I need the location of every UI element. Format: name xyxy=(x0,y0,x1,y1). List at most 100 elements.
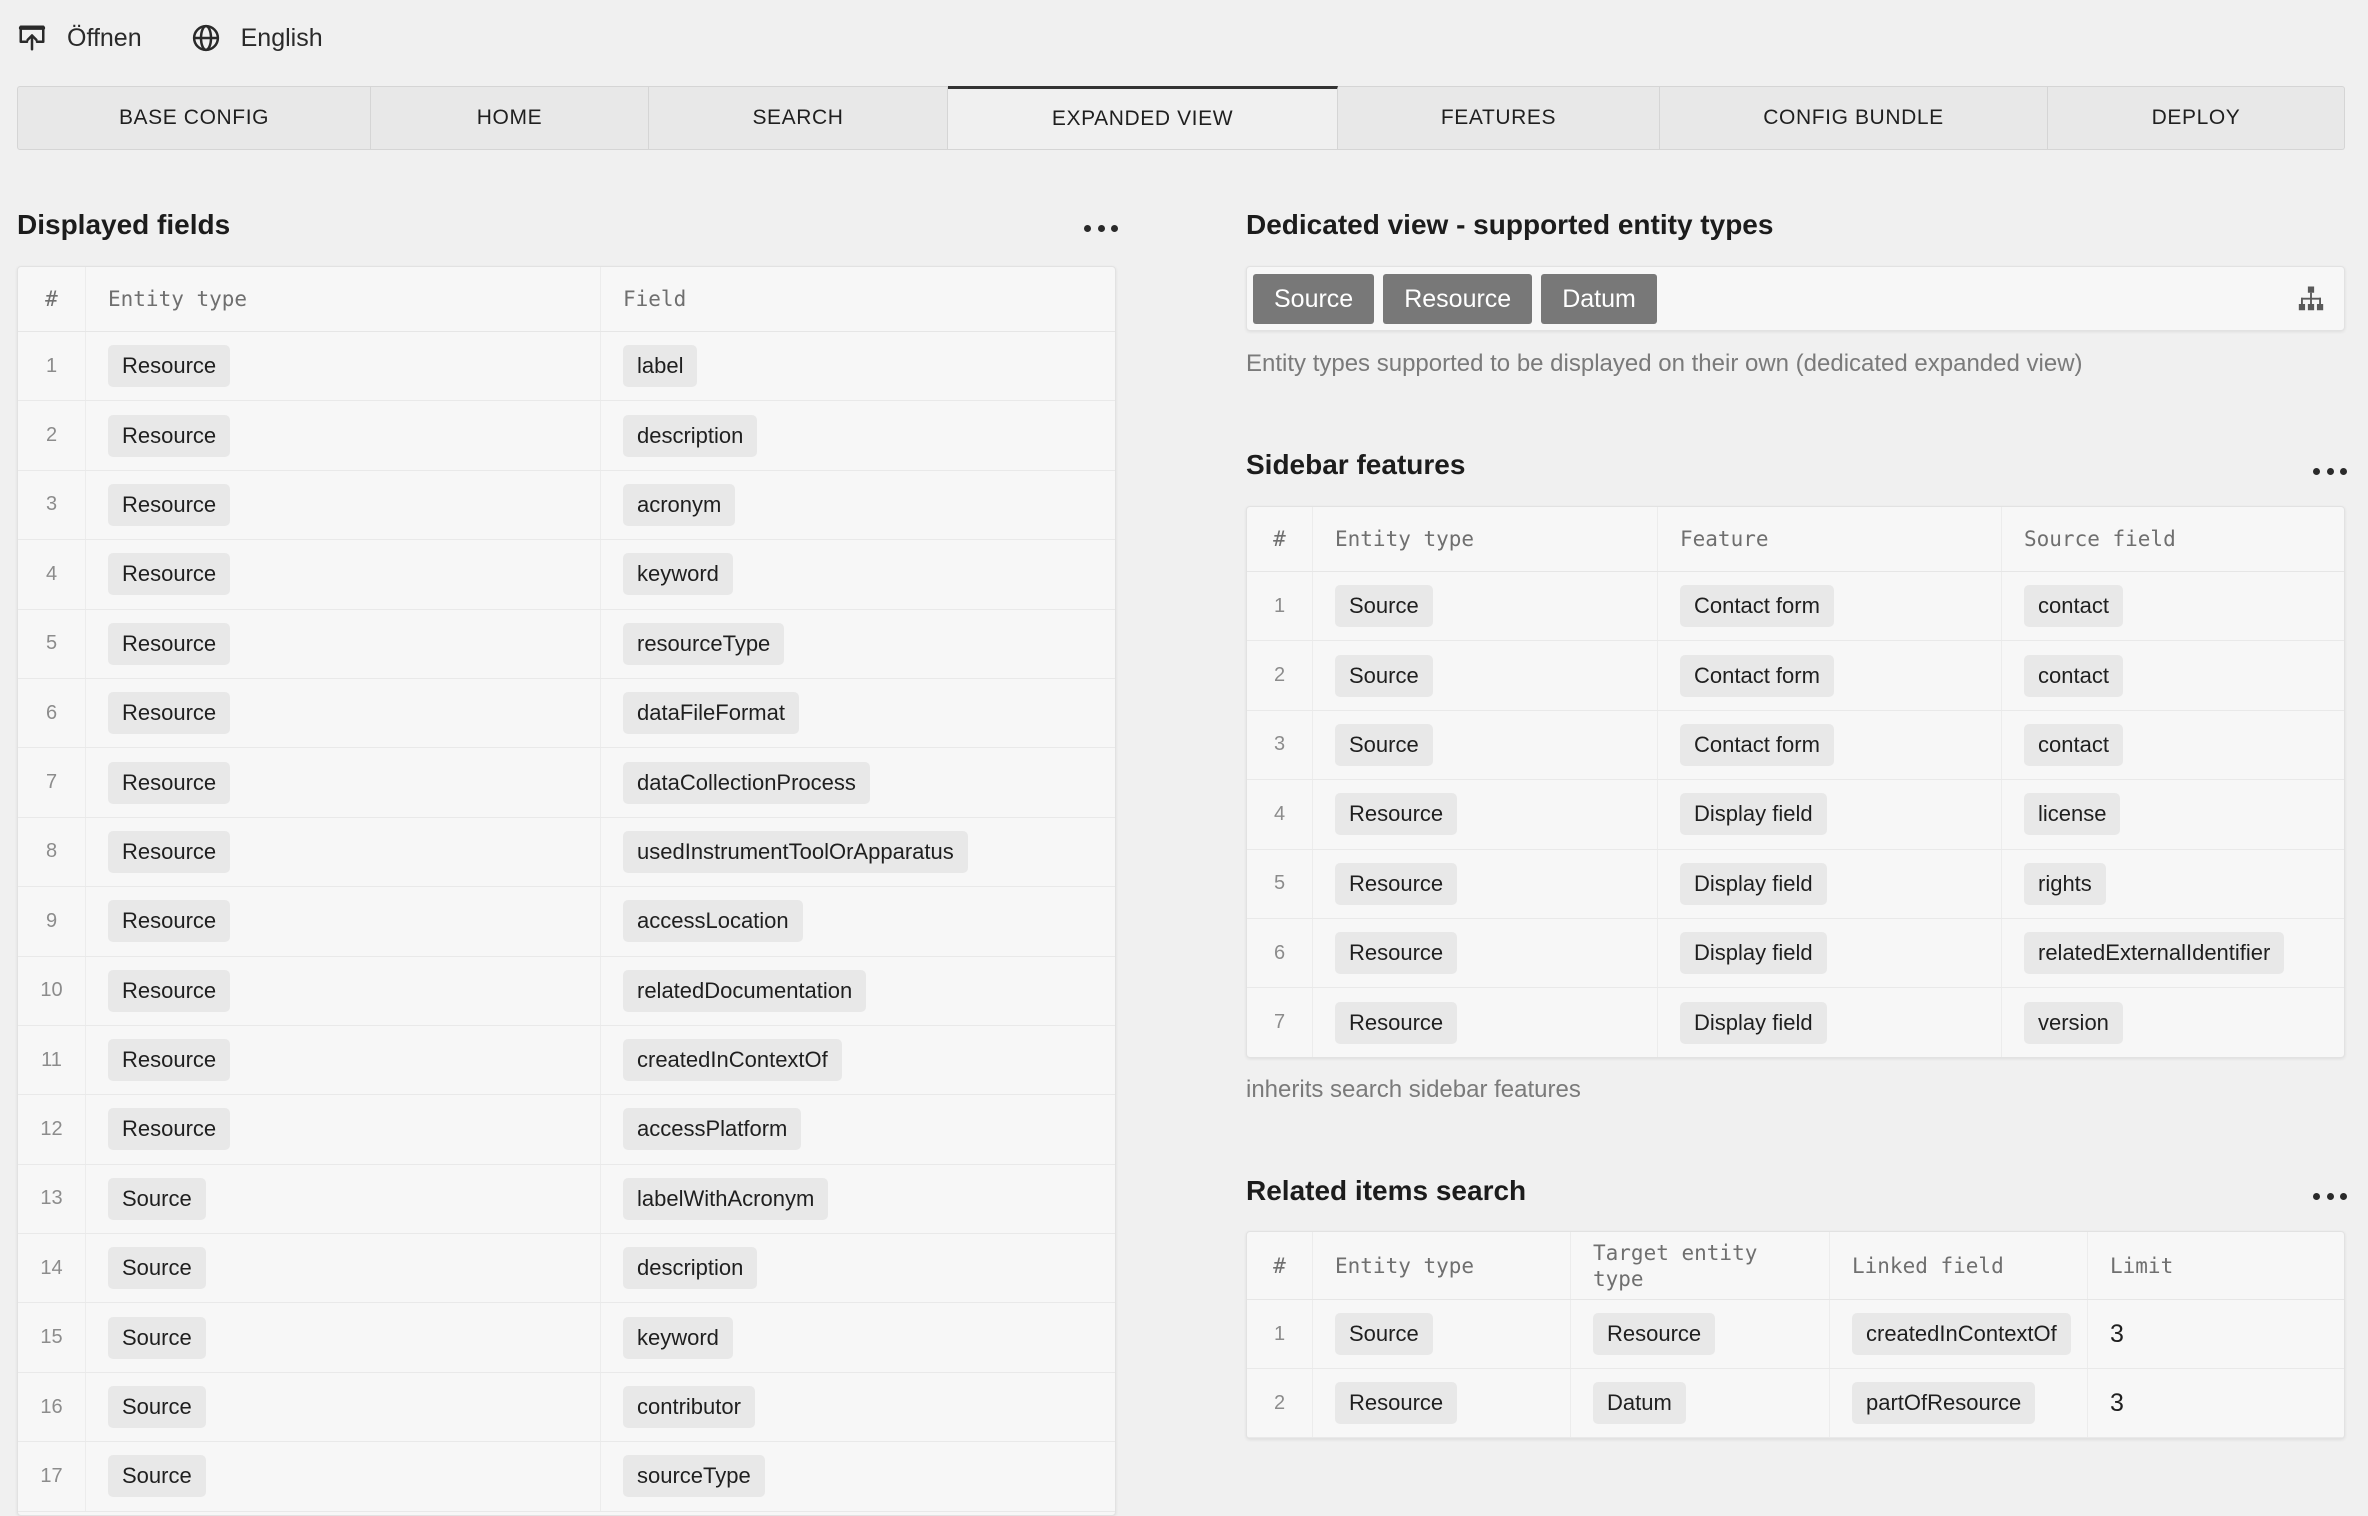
row-index-cell: 15 xyxy=(18,1303,86,1372)
language-selector[interactable]: English xyxy=(191,18,323,58)
entity-type-cell: Source xyxy=(86,1234,601,1303)
entity-type-chip: Source xyxy=(108,1177,206,1220)
feature-cell: Contact form xyxy=(1658,572,2002,641)
table-row[interactable]: 6 Resource dataFileFormat xyxy=(18,678,1115,749)
entity-type-cell: Resource xyxy=(86,1025,601,1095)
field-chip: relatedDocumentation xyxy=(623,969,867,1012)
limit-cell: 3 xyxy=(2088,1369,2344,1437)
row-index-value: 1 xyxy=(45,354,58,377)
tab-base-config[interactable]: BASE CONFIG xyxy=(17,86,371,150)
column-header-entity-type: Entity type xyxy=(1313,1232,1571,1299)
linked-field-chip: createdInContextOf xyxy=(1852,1313,2071,1355)
table-row[interactable]: 1 Source Resource createdInContextOf 3 xyxy=(1247,1300,2344,1369)
displayed-fields-table: # Entity type Field 1 Resource label 2 Resourc… xyxy=(17,266,1116,1516)
field-cell: accessPlatform xyxy=(601,1095,1115,1163)
table-row[interactable]: 13 Source labelWithAcronym xyxy=(18,1164,1115,1235)
entity-type-chip: Source xyxy=(1335,654,1433,697)
displayed-fields-more-icon[interactable] xyxy=(1084,216,1118,240)
entity-type-chip: Resource xyxy=(108,969,231,1012)
tab-search[interactable]: SEARCH xyxy=(649,86,948,150)
tab-home[interactable]: HOME xyxy=(371,86,649,150)
table-row[interactable]: 1 Resource label xyxy=(18,332,1115,402)
table-row[interactable]: 3 Source Contact form contact xyxy=(1247,710,2344,781)
entity-type-cell: Resource xyxy=(86,401,601,470)
column-header-target-entity-type: Target entity type xyxy=(1571,1232,1830,1299)
field-cell: sourceType xyxy=(601,1442,1115,1510)
table-row[interactable]: 2 Resource Datum partOfResource 3 xyxy=(1247,1369,2344,1438)
field-chip: resourceType xyxy=(623,622,785,665)
table-row[interactable]: 6 Resource Display field relatedExternalIde… xyxy=(1247,918,2344,989)
entity-type-chip: Resource xyxy=(108,1039,231,1082)
table-row[interactable]: 16 Source contributor xyxy=(18,1372,1115,1443)
tab-config-bundle[interactable]: CONFIG BUNDLE xyxy=(1660,86,2048,150)
table-row[interactable]: 7 Resource Display field version xyxy=(1247,988,2344,1057)
field-chip: accessLocation xyxy=(623,900,803,943)
row-index-value: 2 xyxy=(45,424,58,447)
table-row[interactable]: 2 Resource description xyxy=(18,401,1115,471)
row-index-value: 17 xyxy=(40,1464,63,1487)
entity-type-chip[interactable]: Resource xyxy=(1383,273,1533,324)
source-field-chip: version xyxy=(2024,1001,2123,1044)
table-row[interactable]: 9 Resource accessLocation xyxy=(18,887,1115,957)
linked-field-cell: createdInContextOf xyxy=(1830,1300,2088,1368)
field-chip: createdInContextOf xyxy=(623,1039,842,1082)
feature-chip: Contact form xyxy=(1680,585,1834,628)
entity-type-chip[interactable]: Datum xyxy=(1541,273,1657,324)
table-row[interactable]: 10 Resource relatedDocumentation xyxy=(18,956,1115,1026)
row-index-value: 16 xyxy=(40,1395,63,1418)
source-field-cell: contact xyxy=(2002,641,2344,709)
row-index-cell: 7 xyxy=(18,748,86,817)
row-index-cell: 14 xyxy=(18,1234,86,1303)
entity-type-cell: Source xyxy=(1313,641,1658,710)
entity-type-chip: Source xyxy=(108,1386,206,1429)
source-field-cell: version xyxy=(2002,988,2344,1056)
table-row[interactable]: 12 Resource accessPlatform xyxy=(18,1095,1115,1165)
entity-type-chip[interactable]: Source xyxy=(1253,273,1375,324)
sidebar-features-table: # Entity type Feature Source field 1 Source C… xyxy=(1246,506,2345,1058)
related-items-table: # Entity type Target entity type Linked fie… xyxy=(1246,1231,2345,1439)
field-chip: sourceType xyxy=(623,1455,765,1498)
table-row[interactable]: 7 Resource dataCollectionProcess xyxy=(18,748,1115,818)
table-row[interactable]: 4 Resource Display field license xyxy=(1247,780,2344,850)
entity-type-chip: Source xyxy=(108,1316,206,1359)
row-index-cell: 5 xyxy=(18,609,86,678)
table-row[interactable]: 1 Source Contact form contact xyxy=(1247,572,2344,642)
entity-type-cell: Resource xyxy=(86,956,601,1025)
table-row[interactable]: 5 Resource Display field rights xyxy=(1247,849,2344,919)
table-row[interactable]: 8 Resource usedInstrumentToolOrApparatus xyxy=(18,817,1115,888)
displayed-fields-title: Displayed fields xyxy=(17,209,231,240)
tab-expanded-view[interactable]: EXPANDED VIEW xyxy=(948,86,1338,150)
row-index-value: 6 xyxy=(45,701,58,724)
row-index-cell: 2 xyxy=(1247,1369,1313,1437)
row-index-cell: 2 xyxy=(1247,641,1313,710)
sidebar-features-more-icon[interactable] xyxy=(2313,459,2347,483)
column-header-index: # xyxy=(18,267,86,331)
field-chip: keyword xyxy=(623,553,733,596)
entity-type-cell: Resource xyxy=(86,609,601,678)
entity-type-chip: Resource xyxy=(108,553,231,596)
open-button[interactable]: Öffnen xyxy=(17,18,142,58)
linked-field-chip: partOfResource xyxy=(1852,1382,2036,1424)
field-cell: contributor xyxy=(601,1373,1115,1441)
hierarchy-icon[interactable] xyxy=(2296,284,2326,314)
tab-deploy[interactable]: DEPLOY xyxy=(2048,86,2345,150)
source-field-cell: relatedExternalIdentifier xyxy=(2002,919,2344,987)
table-row[interactable]: 4 Resource keyword xyxy=(18,540,1115,610)
tab-features[interactable]: FEATURES xyxy=(1338,86,1660,150)
open-icon xyxy=(17,23,47,53)
table-row[interactable]: 15 Source keyword xyxy=(18,1303,1115,1373)
table-row[interactable]: 2 Source Contact form contact xyxy=(1247,641,2344,711)
table-row[interactable]: 3 Resource acronym xyxy=(18,470,1115,541)
field-cell: resourceType xyxy=(601,610,1115,678)
field-cell: createdInContextOf xyxy=(601,1026,1115,1094)
feature-chip: Contact form xyxy=(1680,723,1834,766)
entity-type-chip: Resource xyxy=(108,900,231,943)
table-row[interactable]: 11 Resource createdInContextOf xyxy=(18,1025,1115,1096)
table-row[interactable]: 5 Resource resourceType xyxy=(18,609,1115,679)
entity-type-cell: Resource xyxy=(86,817,601,887)
table-row[interactable]: 17 Source sourceType xyxy=(18,1442,1115,1512)
sidebar-features-header: # Entity type Feature Source field xyxy=(1247,507,2344,572)
table-row[interactable]: 14 Source description xyxy=(18,1234,1115,1304)
entity-type-multiselect[interactable]: Source Resource Datum xyxy=(1246,266,2345,331)
related-items-more-icon[interactable] xyxy=(2313,1184,2347,1208)
